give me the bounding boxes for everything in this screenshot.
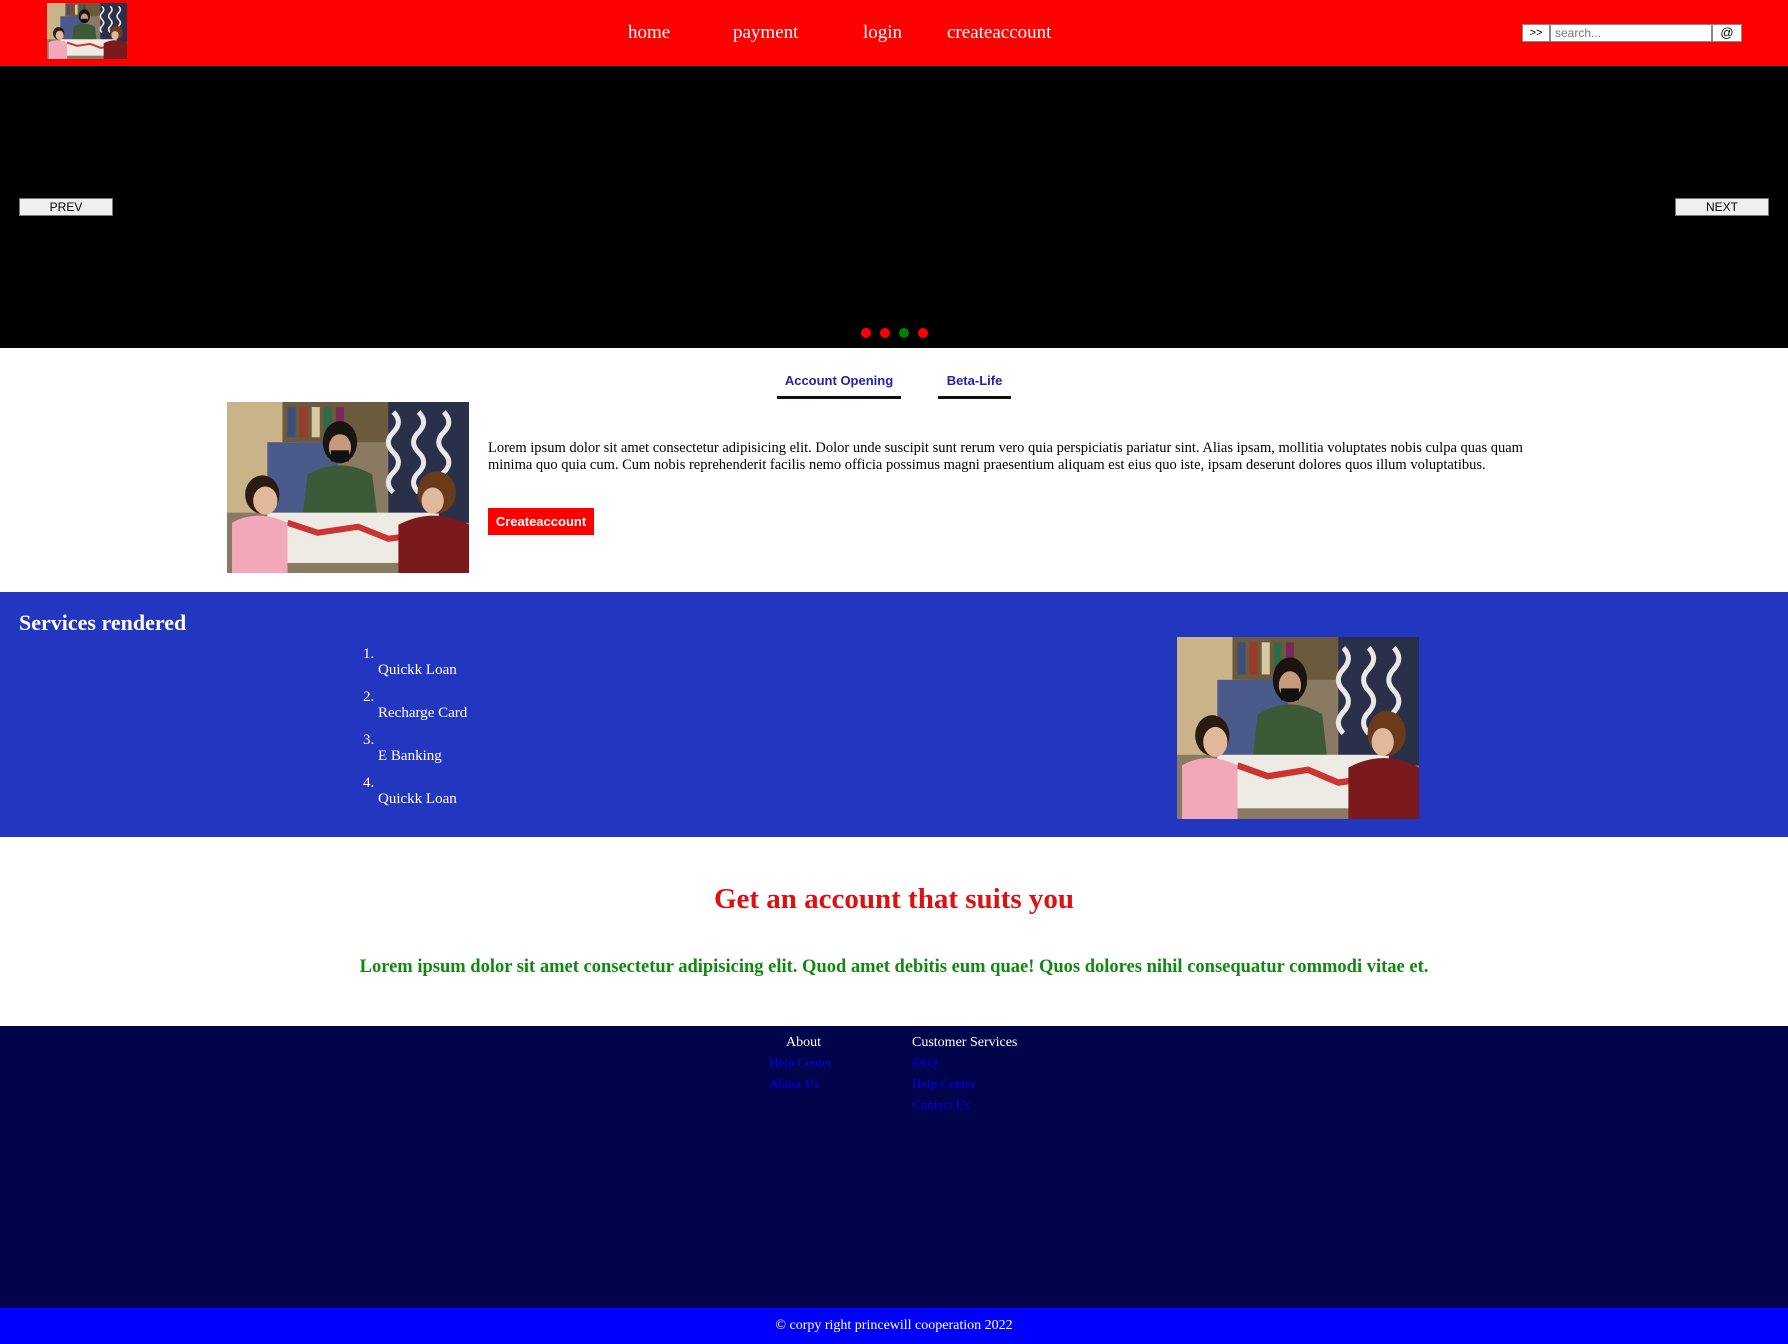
footer-link-faq[interactable]: FAQ — [912, 1055, 937, 1071]
slider-dot-4[interactable] — [918, 328, 928, 338]
image-slider: PREV NEXT — [0, 66, 1788, 348]
slider-prev-button[interactable]: PREV — [19, 198, 113, 216]
service-item-label: Quickk Loan — [378, 662, 457, 678]
copyright-bar: © corpy right princewill cooperation 202… — [0, 1308, 1788, 1344]
createaccount-button[interactable]: Createaccount — [488, 508, 594, 535]
service-item-label: E Banking — [378, 748, 442, 764]
footer-link-about-us[interactable]: About Us — [769, 1076, 819, 1092]
tab-beta-life[interactable]: Beta-Life — [938, 373, 1011, 399]
footer-link-help-center-2[interactable]: Help Center — [912, 1076, 975, 1092]
search-go-button[interactable]: >> — [1522, 24, 1550, 42]
footer-customer-services-title: Customer Services — [912, 1035, 1018, 1050]
nav-payment-link[interactable]: payment — [733, 22, 798, 44]
nav-home-link[interactable]: home — [628, 22, 670, 44]
service-number: 2. — [363, 689, 375, 705]
nav-login-link[interactable]: login — [863, 22, 902, 44]
services-section: Services rendered 1. Quickk Loan 2. Rech… — [0, 592, 1788, 837]
footer-about-title: About — [786, 1035, 821, 1050]
search-at-button[interactable]: @ — [1712, 24, 1742, 42]
service-item-label: Recharge Card — [378, 705, 468, 721]
service-number: 1. — [363, 646, 375, 662]
promo-title: Get an account that suits you — [713, 883, 1075, 915]
slider-dot-3[interactable] — [899, 328, 909, 338]
intro-image — [227, 402, 469, 573]
search-input[interactable] — [1550, 24, 1712, 42]
service-number: 4. — [363, 775, 375, 791]
service-number: 3. — [363, 732, 375, 748]
services-image — [1177, 637, 1419, 819]
footer-link-contact-us[interactable]: Contact Us — [912, 1097, 970, 1113]
footer: About Help Center About Us Customer Serv… — [0, 1026, 1788, 1308]
services-title: Services rendered — [19, 610, 187, 635]
intro-paragraph: Lorem ipsum dolor sit amet consectetur a… — [488, 440, 1523, 473]
nav-createaccount-link[interactable]: createaccount — [947, 22, 1051, 44]
logo-image[interactable] — [47, 3, 127, 59]
tab-account-opening[interactable]: Account Opening — [777, 373, 901, 399]
slider-next-button[interactable]: NEXT — [1675, 198, 1769, 216]
search-bar: >> @ — [1522, 24, 1742, 42]
service-item-label: Quickk Loan — [378, 791, 457, 807]
footer-link-help-center[interactable]: Help Center — [769, 1055, 832, 1071]
slider-dot-1[interactable] — [861, 328, 871, 338]
promo-text: Lorem ipsum dolor sit amet consectetur a… — [359, 957, 1429, 977]
header: home payment login createaccount >> @ — [0, 0, 1788, 66]
slider-dot-2[interactable] — [880, 328, 890, 338]
